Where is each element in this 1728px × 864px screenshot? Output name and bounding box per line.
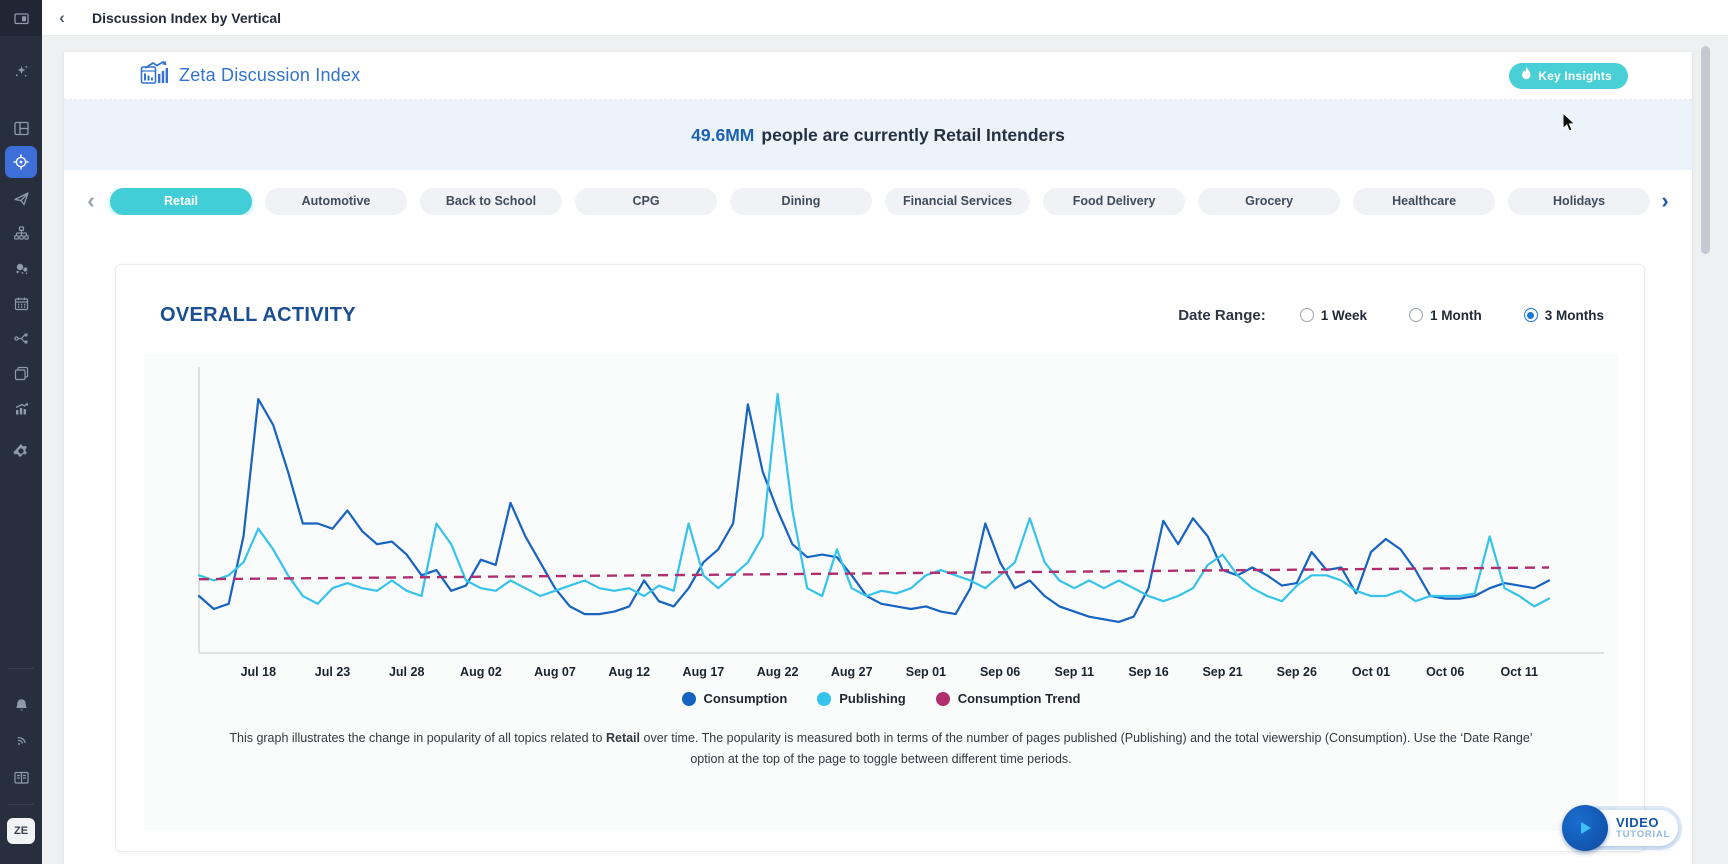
video-label: VIDEO bbox=[1616, 816, 1670, 830]
tab-financial-services[interactable]: Financial Services bbox=[885, 188, 1030, 215]
key-insights-button[interactable]: Key Insights bbox=[1509, 63, 1628, 89]
intenders-text: people are currently Retail Intenders bbox=[761, 125, 1064, 146]
activity-header: OVERALL ACTIVITY Date Range: 1 Week 1 Mon… bbox=[116, 265, 1644, 353]
svg-text:Sep 11: Sep 11 bbox=[1054, 665, 1094, 679]
tab-retail[interactable]: Retail bbox=[110, 188, 252, 215]
legend-consumption: Consumption bbox=[682, 691, 788, 706]
tab-automotive[interactable]: Automotive bbox=[265, 188, 407, 215]
section-title: OVERALL ACTIVITY bbox=[160, 304, 356, 327]
send-icon[interactable] bbox=[0, 183, 42, 213]
vertical-tabs-row: ‹ Retail Automotive Back to School CPG Dinin… bbox=[64, 170, 1692, 232]
logo-text: Zeta Discussion Index bbox=[179, 65, 360, 86]
intenders-count: 49.6MM bbox=[691, 125, 754, 146]
hierarchy-icon[interactable] bbox=[0, 218, 42, 248]
flow-icon[interactable] bbox=[0, 323, 42, 353]
tab-food-delivery[interactable]: Food Delivery bbox=[1043, 188, 1185, 215]
svg-text:Sep 06: Sep 06 bbox=[980, 665, 1020, 679]
target-icon[interactable] bbox=[5, 146, 37, 178]
radio-unselected-icon[interactable] bbox=[1300, 308, 1314, 322]
book-icon[interactable] bbox=[0, 762, 42, 792]
page-title: Discussion Index by Vertical bbox=[92, 10, 281, 26]
tabs-scroll-right-icon[interactable]: › bbox=[1652, 188, 1678, 214]
signal-icon[interactable] bbox=[0, 726, 42, 756]
legend-publishing: Publishing bbox=[817, 691, 905, 706]
svg-text:Aug 12: Aug 12 bbox=[608, 665, 650, 679]
date-range-group: Date Range: 1 Week 1 Month 3 Months bbox=[1178, 307, 1604, 324]
radio-3-months[interactable]: 3 Months bbox=[1524, 308, 1604, 323]
chart-legend: Consumption Publishing Consumption Trend bbox=[144, 691, 1618, 706]
radio-1-month[interactable]: 1 Month bbox=[1409, 308, 1482, 323]
svg-text:Oct 06: Oct 06 bbox=[1426, 665, 1464, 679]
svg-text:Aug 17: Aug 17 bbox=[683, 665, 725, 679]
svg-text:Jul 18: Jul 18 bbox=[241, 665, 276, 679]
svg-text:Jul 23: Jul 23 bbox=[315, 665, 350, 679]
svg-text:Sep 26: Sep 26 bbox=[1277, 665, 1317, 679]
sidebar-divider bbox=[8, 804, 34, 805]
legend-dot bbox=[682, 692, 696, 706]
left-sidebar: ZE bbox=[0, 0, 42, 864]
audience-icon[interactable] bbox=[0, 253, 42, 283]
legend-dot bbox=[817, 692, 831, 706]
tab-grocery[interactable]: Grocery bbox=[1198, 188, 1340, 215]
dashboard-icon[interactable] bbox=[0, 113, 42, 143]
calendar-icon[interactable] bbox=[0, 288, 42, 318]
radio-selected-icon[interactable] bbox=[1524, 308, 1538, 322]
chart-panel: Jul 18 Jul 23 Jul 28 Aug 02 Aug 07 Aug 12 Aug … bbox=[144, 353, 1618, 831]
svg-text:Oct 01: Oct 01 bbox=[1352, 665, 1390, 679]
tab-healthcare[interactable]: Healthcare bbox=[1353, 188, 1495, 215]
play-icon bbox=[1562, 805, 1608, 851]
gear-icon[interactable] bbox=[0, 436, 42, 466]
sparkles-icon[interactable] bbox=[0, 56, 42, 86]
sidebar-top-segment bbox=[0, 0, 42, 36]
radio-unselected-icon[interactable] bbox=[1409, 308, 1423, 322]
vertical-scrollbar[interactable] bbox=[1701, 46, 1710, 254]
legend-consumption-trend: Consumption Trend bbox=[936, 691, 1081, 706]
avatar[interactable]: ZE bbox=[7, 818, 35, 844]
tab-cpg[interactable]: CPG bbox=[575, 188, 717, 215]
legend-dot bbox=[936, 692, 950, 706]
chart-description: This graph illustrates the change in pop… bbox=[216, 728, 1546, 769]
app-window: ZE ‹ Discussion Index by Vertical Zeta D… bbox=[0, 0, 1728, 864]
svg-text:Oct 11: Oct 11 bbox=[1501, 665, 1539, 679]
mouse-cursor bbox=[1562, 112, 1577, 133]
radio-1-week[interactable]: 1 Week bbox=[1300, 308, 1367, 323]
svg-text:Sep 16: Sep 16 bbox=[1128, 665, 1168, 679]
back-button[interactable]: ‹ bbox=[42, 8, 82, 28]
svg-text:Aug 22: Aug 22 bbox=[757, 665, 799, 679]
svg-text:Jul 28: Jul 28 bbox=[389, 665, 424, 679]
flame-icon bbox=[1521, 67, 1532, 84]
tutorial-label: TUTORIAL bbox=[1616, 830, 1670, 840]
tab-back-to-school[interactable]: Back to School bbox=[420, 188, 562, 215]
top-bar: ‹ Discussion Index by Vertical bbox=[42, 0, 1728, 36]
svg-text:Aug 07: Aug 07 bbox=[534, 665, 576, 679]
intenders-banner: 49.6MM people are currently Retail Inten… bbox=[64, 100, 1692, 170]
logo-chart-icon bbox=[140, 60, 170, 91]
overall-activity-card: OVERALL ACTIVITY Date Range: 1 Week 1 Mon… bbox=[115, 264, 1645, 852]
video-tutorial-button[interactable]: VIDEO TUTORIAL bbox=[1578, 810, 1678, 846]
growth-icon[interactable] bbox=[0, 393, 42, 423]
screen-icon[interactable] bbox=[0, 3, 42, 33]
svg-text:Sep 01: Sep 01 bbox=[906, 665, 946, 679]
svg-text:Sep 21: Sep 21 bbox=[1202, 665, 1242, 679]
tabs-scroll-left-icon[interactable]: ‹ bbox=[78, 188, 104, 214]
card-header: Zeta Discussion Index Key Insights bbox=[64, 52, 1692, 100]
bell-icon[interactable] bbox=[0, 690, 42, 720]
tab-dining[interactable]: Dining bbox=[730, 188, 872, 215]
svg-text:Aug 27: Aug 27 bbox=[831, 665, 873, 679]
key-insights-label: Key Insights bbox=[1538, 69, 1612, 83]
main-card: Zeta Discussion Index Key Insights 49.6M… bbox=[64, 52, 1692, 864]
tab-holidays[interactable]: Holidays bbox=[1508, 188, 1650, 215]
layers-icon[interactable] bbox=[0, 358, 42, 388]
sidebar-divider bbox=[8, 668, 34, 669]
date-range-options: 1 Week 1 Month 3 Months bbox=[1300, 308, 1604, 323]
svg-text:Aug 02: Aug 02 bbox=[460, 665, 502, 679]
tabs-strip: Retail Automotive Back to School CPG Dining F… bbox=[104, 188, 1652, 215]
app-logo: Zeta Discussion Index bbox=[140, 60, 360, 91]
activity-line-chart[interactable]: Jul 18 Jul 23 Jul 28 Aug 02 Aug 07 Aug 12 Aug … bbox=[144, 353, 1618, 683]
date-range-label: Date Range: bbox=[1178, 307, 1266, 324]
